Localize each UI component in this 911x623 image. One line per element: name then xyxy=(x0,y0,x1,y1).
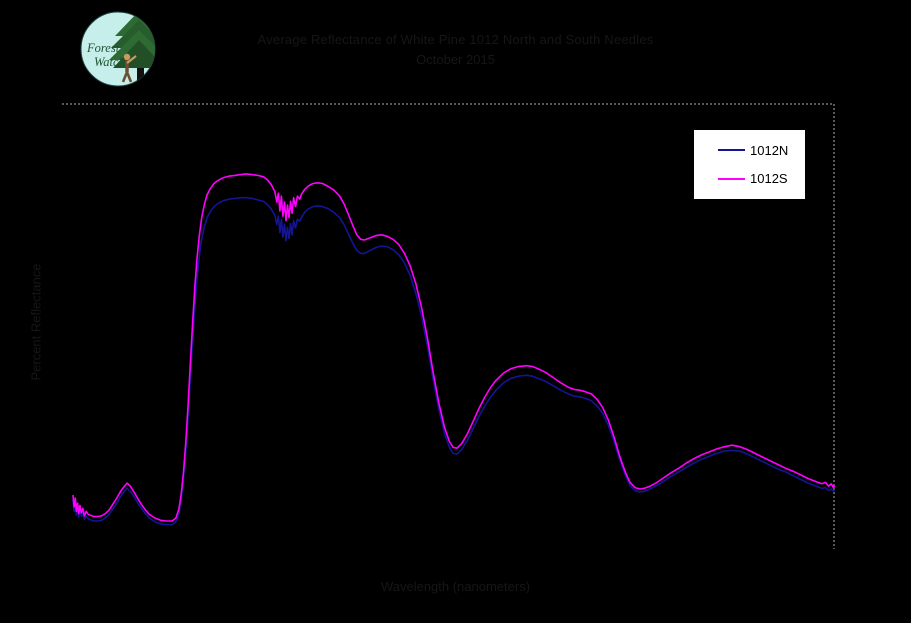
series-line-1012N xyxy=(72,196,836,526)
legend-line-swatch-1012N xyxy=(718,149,745,152)
legend-label-1012S: 1012S xyxy=(750,171,788,187)
legend-line-swatch-1012S xyxy=(718,177,745,180)
series-line-1012S xyxy=(72,173,836,522)
legend-item-1012N: 1012N xyxy=(694,144,805,157)
plot-area xyxy=(62,103,836,549)
spectral-reflectance-chart: Forest Watch Average Reflectance of Whit… xyxy=(0,0,911,623)
legend-label-1012N: 1012N xyxy=(750,142,789,158)
y-axis-title: Percent Reflectance xyxy=(28,263,44,381)
series-lines xyxy=(72,173,836,526)
legend: 1012N 1012S xyxy=(694,130,805,199)
legend-item-1012S: 1012S xyxy=(694,172,805,185)
x-axis-title: Wavelength (nanometers) xyxy=(380,579,531,594)
